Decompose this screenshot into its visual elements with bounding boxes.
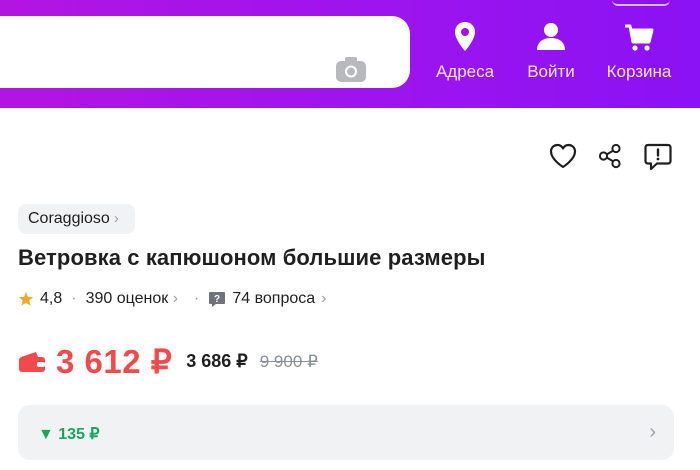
nav-cart-label: Корзина	[606, 62, 672, 81]
heart-icon[interactable]	[548, 142, 578, 170]
top-header: Адреса Войти Корзина	[0, 0, 700, 108]
questions-link[interactable]: ? 74 вопроса ›	[208, 290, 327, 308]
cashback-panel[interactable]: ▼ 135 ₽ ›	[18, 405, 674, 460]
header-edge	[612, 0, 670, 6]
brand-chip[interactable]: Coraggioso ›	[18, 204, 135, 234]
nav-addresses-label: Адреса	[435, 62, 495, 81]
cashback-amount: 135 ₽	[58, 426, 100, 443]
cart-icon	[625, 24, 654, 51]
nav-login-label: Войти	[527, 62, 575, 81]
share-icon[interactable]	[597, 142, 623, 170]
product-meta: 4,8 · 390 оценок › · ? 74 вопроса ›	[18, 290, 327, 308]
search-bar[interactable]	[0, 16, 410, 88]
chevron-right-icon: ›	[649, 421, 656, 443]
cashback-value: ▼ 135 ₽	[38, 426, 100, 443]
question-icon: ?	[209, 291, 226, 307]
separator-dot: ·	[194, 290, 200, 307]
camera-icon[interactable]	[334, 54, 368, 84]
star-icon	[18, 292, 34, 306]
nav-addresses[interactable]: Адреса	[425, 20, 505, 82]
separator-dot: ·	[71, 290, 77, 307]
reviews-count: 390 оценок	[85, 290, 169, 307]
price-row: 3 612 ₽ 3 686 ₽ 9 900 ₽	[18, 342, 318, 381]
rating-value: 4,8	[40, 290, 63, 307]
user-icon	[537, 23, 565, 50]
price-card: 3 686 ₽	[186, 351, 248, 371]
location-pin-icon	[455, 22, 475, 51]
report-icon[interactable]	[643, 142, 673, 172]
brand-name: Coraggioso	[28, 210, 110, 227]
reviews-link[interactable]: 390 оценок ›	[86, 290, 178, 308]
svg-text:?: ?	[214, 294, 220, 305]
nav-cart[interactable]: Корзина	[599, 20, 679, 82]
chevron-right-icon: ›	[172, 290, 179, 307]
chevron-right-icon: ›	[113, 210, 119, 227]
nav-login[interactable]: Войти	[511, 20, 591, 82]
chevron-right-icon: ›	[321, 290, 327, 307]
wallet-icon	[19, 351, 45, 372]
price-old: 9 900 ₽	[259, 351, 318, 371]
questions-count: 74 вопроса	[232, 290, 316, 307]
product-title: Ветровка с капюшоном большие размеры	[18, 245, 486, 270]
price-main: 3 612 ₽	[56, 343, 173, 380]
